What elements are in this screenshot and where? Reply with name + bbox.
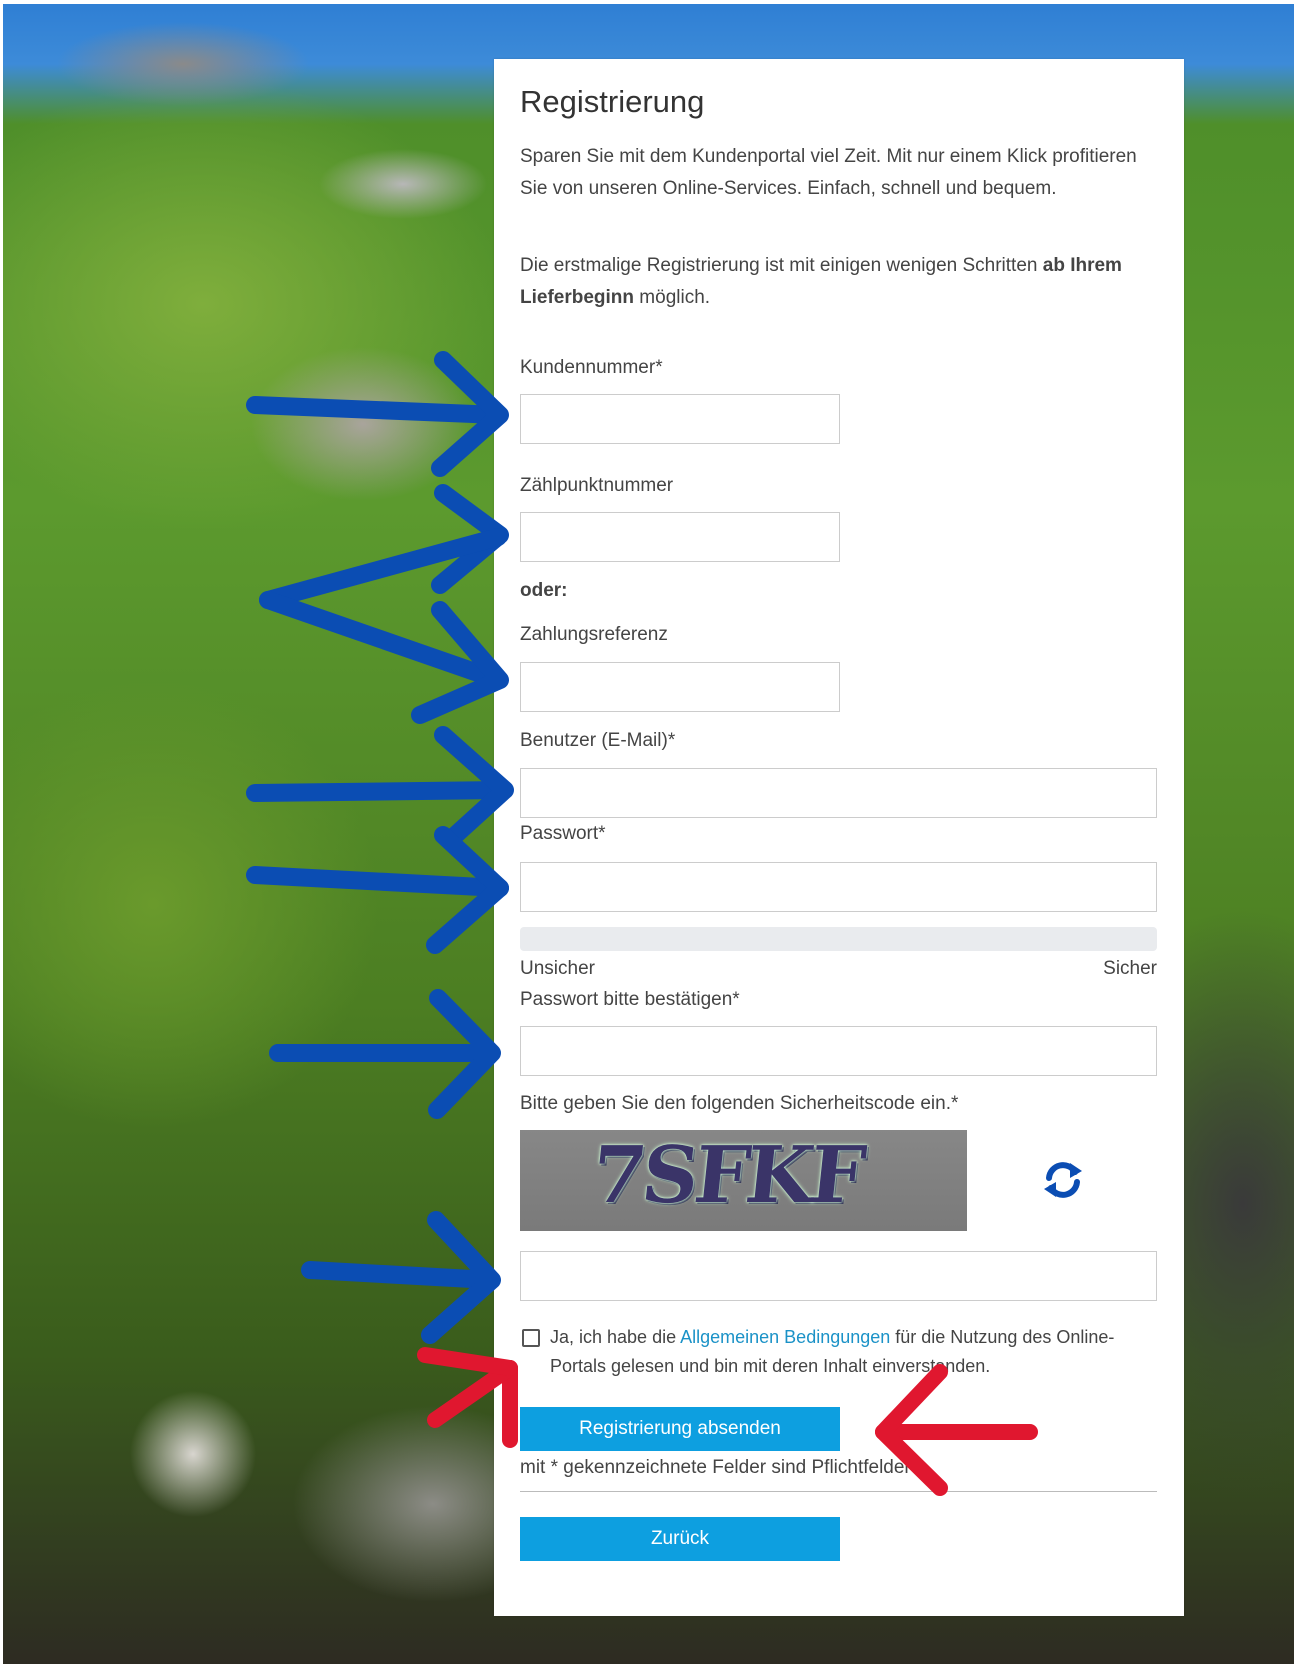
red-arrow-left	[417, 1347, 518, 1448]
blue-arrow-7	[301, 1211, 501, 1344]
blue-arrow-5	[246, 826, 509, 954]
blue-arrow-3	[259, 591, 509, 724]
annotation-overlay	[246, 351, 1038, 1496]
blue-arrow-2	[259, 484, 509, 609]
red-arrow-right	[875, 1364, 1038, 1496]
blue-arrow-4	[246, 726, 514, 849]
blue-arrow-1	[246, 351, 509, 477]
blue-arrow-6	[269, 989, 501, 1119]
